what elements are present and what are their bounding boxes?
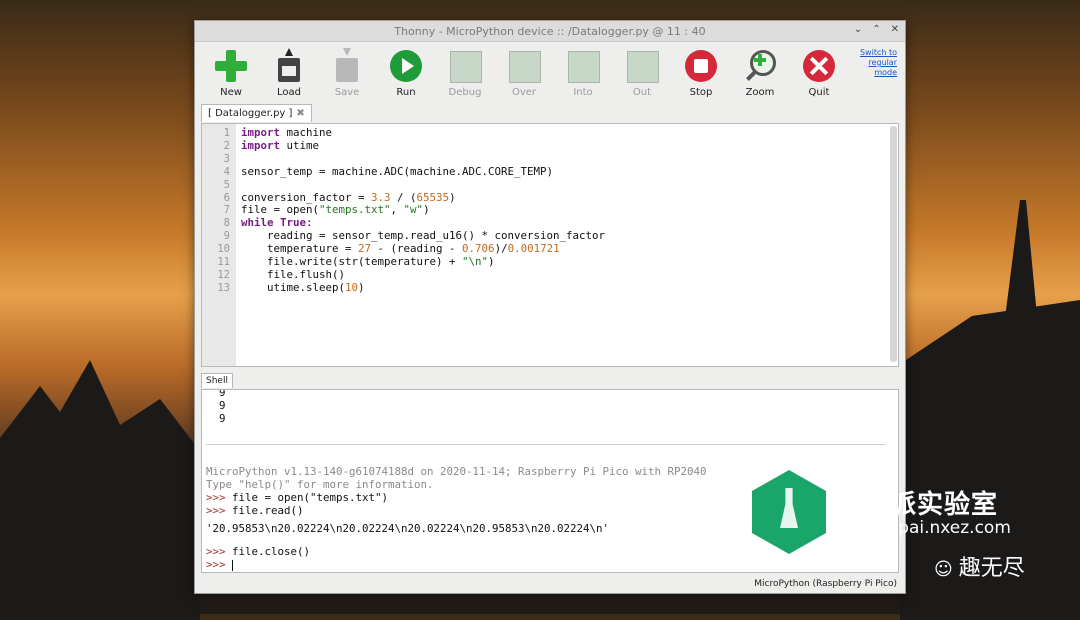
text-cursor [232,559,234,571]
line-number-gutter: 1 2 3 4 5 6 7 8 9 10 11 12 13 [202,124,236,366]
code-line[interactable]: file.flush() [241,268,605,282]
new-button[interactable]: New [205,48,257,98]
line-number: 12 [217,268,230,281]
switch-mode-link[interactable]: Switch to regular mode [853,48,897,78]
title-bar: Thonny - MicroPython device :: /Datalogg… [195,21,905,42]
read-output: '20.95853\n20.02224\n20.02224\n20.02224\… [206,522,610,535]
output-line: 9 [219,399,226,412]
step-over-button[interactable]: Over [498,48,550,98]
code-line[interactable]: utime.sleep(10) [241,281,605,295]
run-button[interactable]: Run [380,48,432,98]
prompt: >>> [206,491,226,504]
tab-datalogger[interactable]: [ Datalogger.py ] ✖ [201,104,312,122]
save-button[interactable]: Save [321,48,373,98]
code-line[interactable]: sensor_temp = machine.ADC(machine.ADC.CO… [241,165,605,179]
debug-icon [447,48,483,84]
prompt: >>> [206,504,226,517]
line-number: 8 [223,217,230,230]
shell-output: '20.95853\n20.02224\n20.02224\n20.02224\… [206,522,609,535]
line-number: 13 [217,281,230,294]
watermark: 树莓派实验室 shumeipai.nxez.com ☺ 趣无尽 [752,470,1025,581]
new-label: New [220,87,242,98]
code-line[interactable]: import utime [241,139,605,153]
line-number: 1 [223,127,230,139]
magnifier-icon [742,48,778,84]
line-number: 6 [223,191,230,204]
source-code[interactable]: import machine import utime sensor_temp =… [241,126,605,295]
tab-label: [ Datalogger.py ] [208,108,293,119]
shell-command: file.read() [232,504,304,517]
step-into-button[interactable]: Into [557,48,609,98]
into-label: Into [573,87,593,98]
editor-scrollbar[interactable] [890,126,897,362]
watermark-title: 树莓派实验室 [836,490,999,520]
help-text: Type "help()" for more information. [206,478,434,491]
code-line[interactable]: import machine [241,126,605,140]
stop-button[interactable]: Stop [675,48,727,98]
save-icon [329,48,365,84]
close-icon[interactable]: ✕ [891,24,899,35]
shell-command: file.close() [232,545,311,558]
step-over-icon [506,48,542,84]
editor-tabs: [ Datalogger.py ] ✖ [201,101,312,123]
line-number: 2 [223,139,230,152]
shell-divider [206,444,886,445]
line-number: 4 [223,165,230,178]
zoom-button[interactable]: Zoom [734,48,786,98]
shell-session-end: >>> file.close() >>> [206,545,310,571]
tab-shell[interactable]: Shell [201,373,233,388]
line-number: 11 [217,256,230,268]
step-out-icon [624,48,660,84]
load-button[interactable]: Load [263,48,315,98]
hill-left [0,360,200,620]
over-label: Over [511,87,537,98]
quit-button[interactable]: Quit [793,48,845,98]
code-line[interactable] [241,153,605,166]
interpreter-status[interactable]: MicroPython (Raspberry Pi Pico) [754,579,897,589]
step-out-button[interactable]: Out [616,48,668,98]
line-number: 7 [223,204,230,217]
wechat-label: ☺ 趣无尽 [934,550,1025,582]
quit-label: Quit [808,87,830,98]
shell-session: MicroPython v1.13-140-g61074188d on 2020… [206,465,707,517]
step-into-icon [565,48,601,84]
line-number: 5 [223,178,230,191]
line-number: 3 [223,152,230,165]
load-icon [271,48,307,84]
flask-logo-icon [752,470,826,554]
line-number: 9 [223,230,230,243]
wechat-name: 趣无尽 [958,556,1025,581]
prompt: >>> [206,545,226,558]
debug-label: Debug [448,87,482,98]
quit-icon [801,48,837,84]
out-label: Out [632,87,652,98]
plus-icon [213,48,249,84]
close-tab-icon[interactable]: ✖ [296,108,304,119]
load-label: Load [277,87,301,98]
stop-label: Stop [689,87,713,98]
line-number: 10 [217,243,230,256]
output-line: 9 [219,389,226,399]
minimize-icon[interactable]: ⌄ [854,24,862,35]
banner-text: MicroPython v1.13-140-g61074188d on 2020… [206,465,707,478]
debug-button[interactable]: Debug [439,48,491,98]
save-label: Save [334,87,360,98]
wechat-icon: ☺ [934,559,953,580]
shell-previous-output: 9 9 9 [206,389,226,425]
output-line: 9 [219,412,226,425]
run-label: Run [396,87,416,98]
prompt: >>> [206,558,226,571]
stop-icon [683,48,719,84]
maximize-icon[interactable]: ⌃ [872,24,880,35]
watermark-url: shumeipai.nxez.com [836,518,1011,538]
zoom-label: Zoom [745,87,775,98]
code-editor[interactable]: 1 2 3 4 5 6 7 8 9 10 11 12 13 import mac… [201,123,899,367]
window-title: Thonny - MicroPython device :: /Datalogg… [394,24,706,38]
play-icon [388,48,424,84]
shell-command: file = open("temps.txt") [232,491,389,504]
